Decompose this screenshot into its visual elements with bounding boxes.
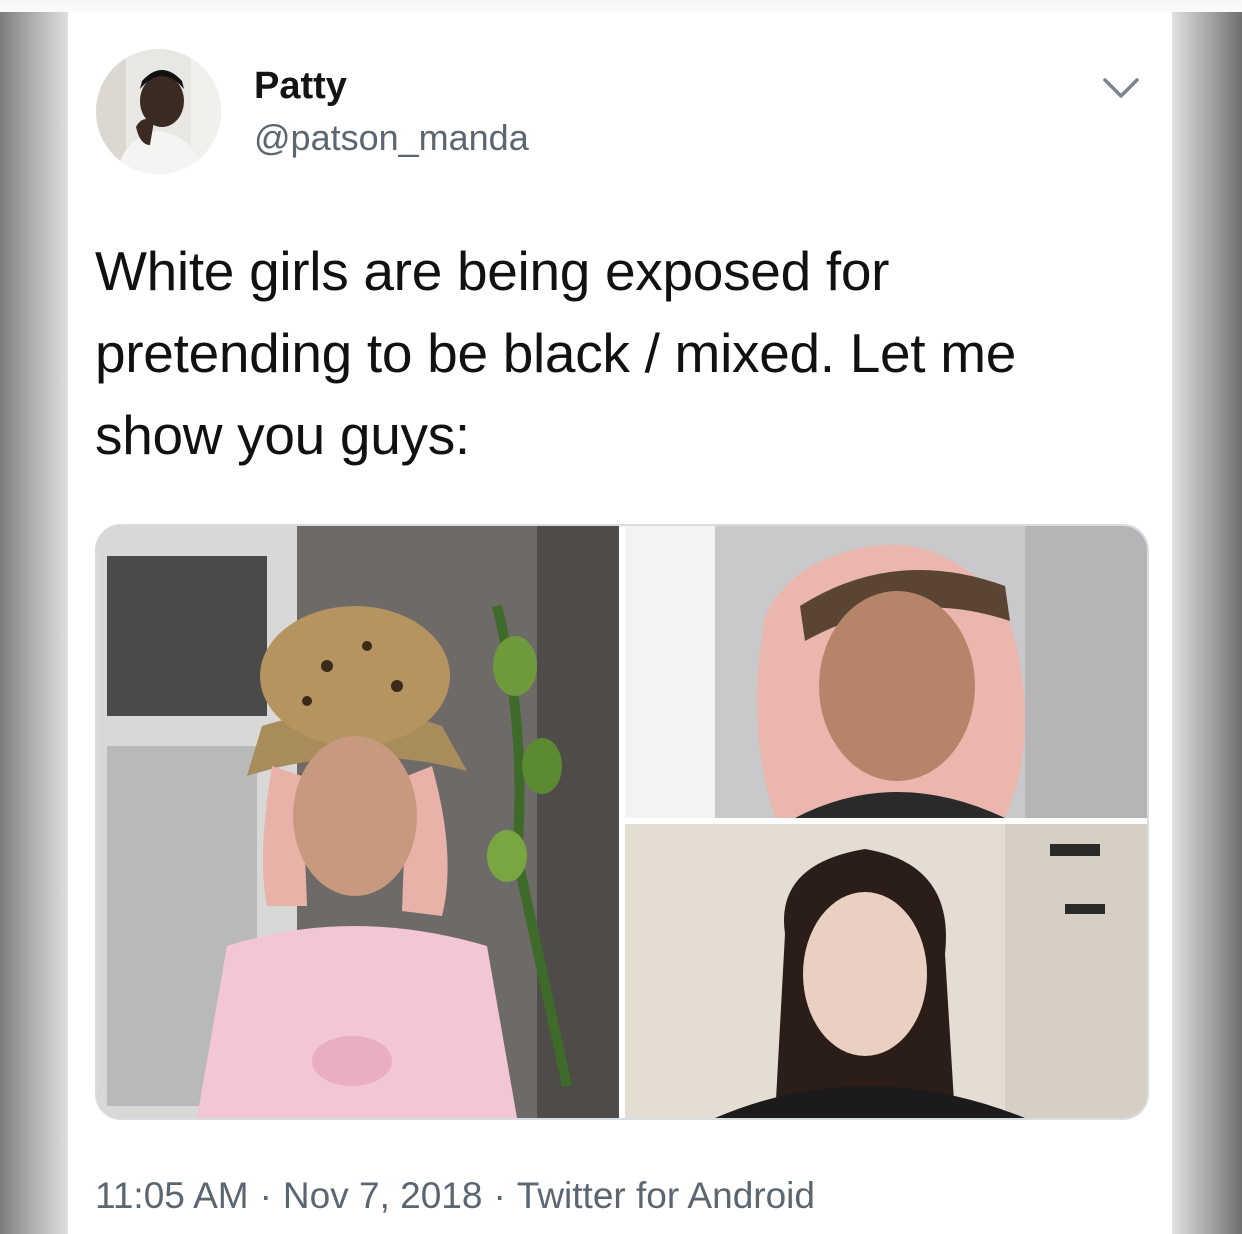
tweet-time[interactable]: 11:05 AM — [95, 1175, 249, 1216]
photo-woman-leopard-hat[interactable] — [97, 526, 619, 1118]
avatar[interactable] — [96, 49, 221, 174]
tweet-card: Patty @patson_manda White girls are bein… — [68, 12, 1172, 1234]
photo-woman-dark-hair[interactable] — [625, 824, 1147, 1118]
background-left — [0, 0, 70, 1234]
background-top — [0, 0, 1242, 12]
chevron-down-icon[interactable] — [1100, 67, 1142, 109]
background-right — [1170, 0, 1242, 1234]
tweet-meta: 11:05 AM · Nov 7, 2018 · Twitter for Android — [95, 1174, 815, 1218]
photo-woman-headband[interactable] — [625, 526, 1147, 818]
author-name[interactable]: Patty — [254, 64, 347, 108]
tweet-source[interactable]: Twitter for Android — [517, 1175, 815, 1216]
media-grid — [95, 524, 1149, 1120]
separator: · — [493, 1175, 506, 1216]
tweet-date[interactable]: Nov 7, 2018 — [283, 1175, 483, 1216]
author-handle[interactable]: @patson_manda — [254, 117, 529, 159]
separator: · — [259, 1175, 272, 1216]
tweet-text: White girls are being exposed for preten… — [95, 240, 1017, 466]
